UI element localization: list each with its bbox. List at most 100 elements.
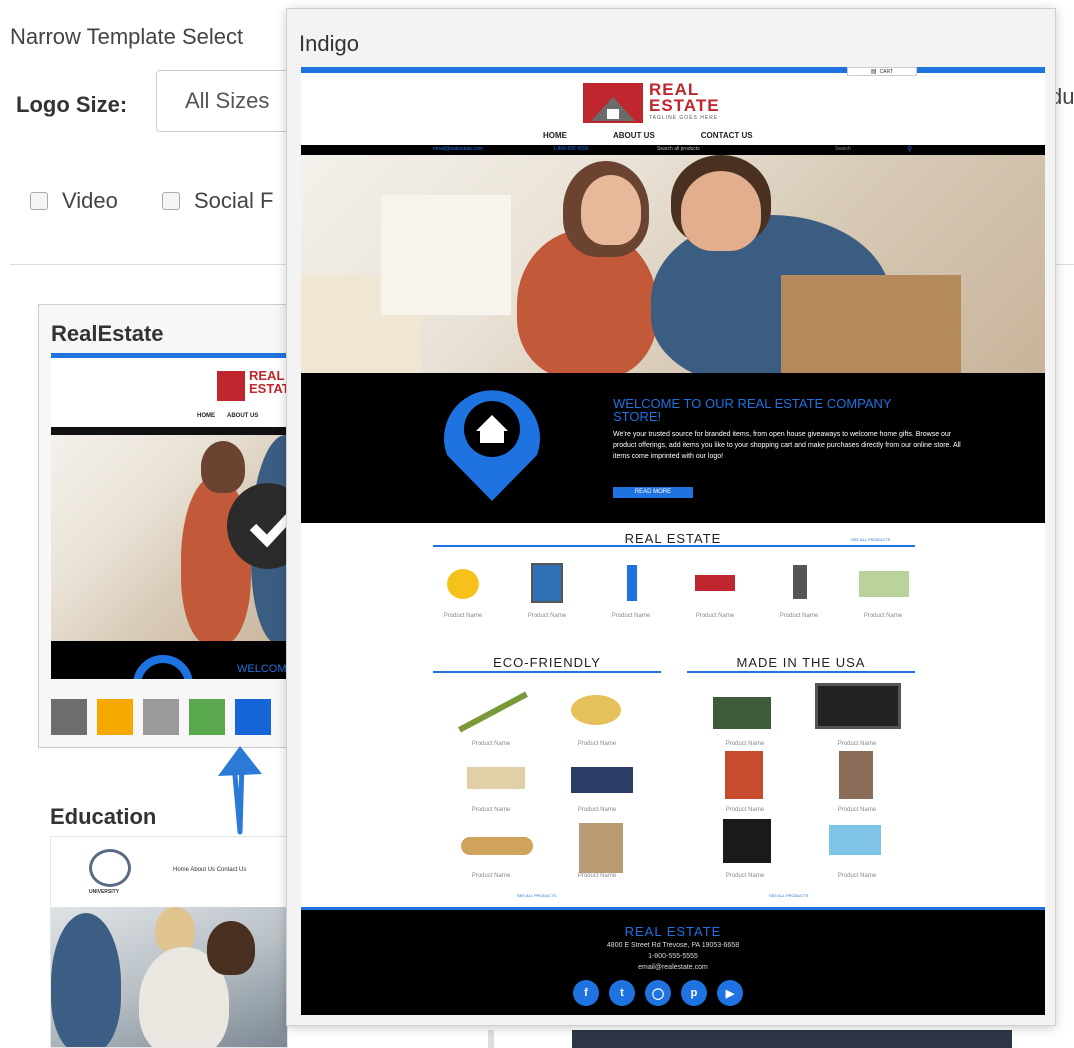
product-name: Product Name [837, 873, 877, 879]
product-sign[interactable] [685, 561, 745, 605]
thumb-logo-icon [217, 371, 245, 401]
template-card-realestate[interactable]: RealEstate REAL ESTATE HOME ABOUT US WEL… [38, 304, 309, 748]
logo-size-label: Logo Size: [16, 92, 128, 117]
social-checkbox-label: Social F [194, 188, 274, 213]
site-topbar [301, 67, 1045, 73]
template-thumbnail[interactable]: REAL ESTATE HOME ABOUT US WELCOM [51, 353, 309, 679]
video-checkbox-label: Video [62, 188, 118, 213]
thumb-darkbar [51, 427, 309, 435]
edu-hero-photo [51, 907, 287, 1047]
read-more-button[interactable]: READ MORE [613, 487, 693, 498]
product-utensils[interactable] [461, 757, 531, 801]
product-sandal[interactable] [457, 823, 537, 867]
section-rule-eco [433, 671, 661, 673]
narrow-template-label: Narrow Template Select [10, 24, 244, 49]
video-checkbox-box[interactable] [30, 192, 48, 210]
product-name: Product Name [577, 873, 617, 879]
popup-title: Indigo [299, 31, 359, 56]
footer-social-icons: f t ◯ p ▶ [573, 980, 743, 1006]
site-infobar: email@realestate.com 1-800-555-5555 Sear… [301, 145, 1045, 155]
product-name: Product Name [471, 807, 511, 813]
swatch-orange[interactable] [97, 699, 133, 735]
product-apron[interactable] [831, 751, 881, 801]
product-name: Product Name [443, 613, 483, 619]
divider-vertical [488, 1030, 494, 1048]
section-title-usa: MADE IN THE USA [736, 655, 866, 670]
infobar-search-input[interactable]: Search all products [657, 146, 700, 152]
product-scraper[interactable] [821, 817, 891, 867]
see-all-usa[interactable]: SEE ALL PRODUCTS [769, 893, 808, 898]
nav-contact[interactable]: CONTACT US [701, 131, 753, 140]
instagram-icon[interactable]: ◯ [645, 980, 671, 1006]
search-icon[interactable]: ⚲ [907, 145, 912, 153]
product-frame[interactable] [813, 681, 903, 731]
nav-about[interactable]: ABOUT US [613, 131, 655, 140]
product-snack[interactable] [719, 751, 769, 801]
swatch-green[interactable] [189, 699, 225, 735]
infobar-search-button[interactable]: Search [835, 146, 851, 152]
cart-label: CART [879, 68, 894, 75]
swatch-gray-light[interactable] [143, 699, 179, 735]
edu-logo-text: UNIVERSITY [89, 889, 120, 895]
youtube-icon[interactable]: ▶ [717, 980, 743, 1006]
thumb-welcome-text: WELCOM [237, 663, 287, 675]
section-rule-usa [687, 671, 915, 673]
product-phone[interactable] [769, 561, 829, 605]
product-pen[interactable] [451, 687, 531, 737]
thumb-nav-about: ABOUT US [227, 413, 259, 419]
template-preview-popup: Indigo ▤ CART REAL ESTATE TAGLINE GOES H… [286, 8, 1056, 1026]
product-name: Product Name [611, 613, 651, 619]
footer-address: 4800 E Street Rd Trevose, PA 19053-6658 [606, 942, 740, 949]
see-all-realestate[interactable]: SEE ALL PRODUCTS [851, 537, 890, 542]
footer-title: REAL ESTATE [624, 924, 722, 939]
template-thumbnail-education[interactable]: UNIVERSITY Home About Us Contact Us [50, 836, 288, 1048]
site-footer: REAL ESTATE 4800 E Street Rd Trevose, PA… [301, 907, 1045, 1015]
thumb-nav-home: HOME [197, 413, 215, 419]
product-name: Product Name [695, 613, 735, 619]
infobar-email: email@realestate.com [433, 146, 483, 152]
logo-size-value: All Sizes [185, 88, 270, 113]
video-checkbox[interactable]: Video [30, 188, 118, 214]
product-name: Product Name [471, 741, 511, 747]
cart-button[interactable]: ▤ CART [847, 67, 917, 76]
product-jars[interactable] [707, 687, 777, 737]
thumb-topbar [51, 353, 309, 358]
product-candle[interactable] [561, 687, 631, 737]
infobar-phone: 1-800-555-5555 [553, 146, 589, 152]
product-name: Product Name [837, 807, 877, 813]
product-card[interactable] [517, 561, 577, 605]
product-name: Product Name [837, 741, 877, 747]
product-name: Product Name [577, 807, 617, 813]
product-jacket[interactable] [717, 817, 777, 867]
product-name: Product Name [527, 613, 567, 619]
welcome-band: WELCOME TO OUR REAL ESTATE COMPANY STORE… [301, 373, 1045, 523]
swatch-gray-dark[interactable] [51, 699, 87, 735]
product-notebook[interactable] [571, 823, 631, 873]
see-all-eco[interactable]: SEE ALL PRODUCTS [517, 893, 556, 898]
facebook-icon[interactable]: f [573, 980, 599, 1006]
footer-email: email@realestate.com [638, 964, 708, 971]
pinterest-icon[interactable]: p [681, 980, 707, 1006]
product-name: Product Name [725, 741, 765, 747]
product-map[interactable] [853, 561, 913, 605]
product-name: Product Name [725, 807, 765, 813]
swatch-blue[interactable] [235, 699, 271, 735]
site-nav: HOME ABOUT US CONTACT US [543, 131, 753, 140]
nav-home[interactable]: HOME [543, 131, 567, 140]
social-checkbox[interactable]: Social F [162, 188, 273, 214]
product-duck[interactable] [433, 561, 493, 605]
edu-logo-icon [89, 849, 131, 887]
product-name: Product Name [725, 873, 765, 879]
footer-phone: 1-800-555-5555 [648, 953, 698, 960]
product-name: Product Name [779, 613, 819, 619]
twitter-icon[interactable]: t [609, 980, 635, 1006]
color-swatches [51, 699, 271, 735]
third-template-thumbnail[interactable] [572, 1030, 1012, 1048]
location-pin-icon [444, 390, 540, 501]
social-checkbox-box[interactable] [162, 192, 180, 210]
product-name: Product Name [577, 741, 617, 747]
logo-house-icon [583, 83, 643, 123]
product-bags[interactable] [567, 757, 637, 801]
edu-nav: Home About Us Contact Us [173, 867, 247, 873]
product-keychain[interactable] [601, 561, 661, 605]
